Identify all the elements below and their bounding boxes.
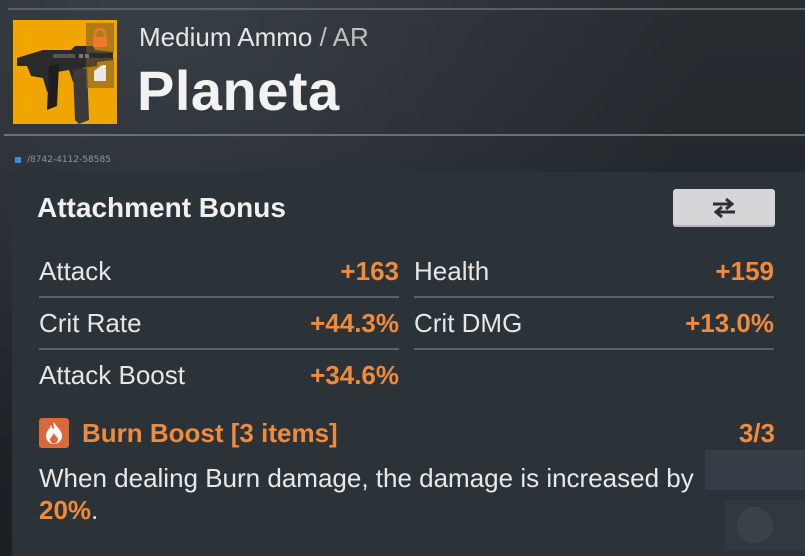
ammo-type: Medium Ammo [139, 22, 313, 52]
stat-divider [414, 348, 774, 350]
weapon-thumbnail[interactable] [13, 20, 117, 124]
flame-icon [46, 422, 62, 444]
category-separator: / [319, 22, 327, 52]
stat-value: +13.0% [685, 307, 774, 338]
stat-health: Health +159 [414, 246, 774, 296]
description-highlight: 20% [39, 495, 92, 525]
weapon-name: Planeta [137, 59, 340, 122]
weapon-type: AR [332, 22, 369, 52]
top-divider [8, 8, 805, 10]
stat-attack-boost: Attack Boost +34.6% [39, 350, 399, 400]
swap-button[interactable] [673, 189, 775, 227]
stat-label: Health [414, 255, 490, 286]
stat-crit-dmg: Crit DMG +13.0% [414, 298, 774, 348]
weapon-category: Medium Ammo / AR [139, 22, 369, 53]
lock-badge[interactable] [86, 23, 114, 53]
stat-label: Attack [39, 255, 112, 286]
equipped-icon [94, 65, 106, 81]
stat-value: +34.6% [310, 359, 399, 390]
stat-label: Crit DMG [414, 307, 523, 338]
stat-attack: Attack +163 [39, 246, 399, 296]
stat-value: +163 [340, 255, 399, 286]
stat-crit-rate: Crit Rate +44.3% [39, 298, 399, 348]
lock-icon [93, 28, 107, 47]
stat-value: +44.3% [310, 307, 399, 338]
stat-label: Crit Rate [39, 307, 142, 338]
stat-label: Attack Boost [39, 359, 185, 390]
swap-arrows-icon [713, 197, 735, 219]
set-bonus-icon [39, 418, 69, 448]
set-bonus-description: When dealing Burn damage, the damage is … [39, 462, 759, 526]
serial-text: /8742-4112-58585 [27, 155, 111, 165]
stat-value: +159 [715, 255, 774, 286]
header-divider [4, 134, 805, 136]
equipped-badge [86, 58, 114, 88]
description-text: When dealing Burn damage, the damage is … [39, 463, 694, 493]
serial-number: /8742-4112-58585 [15, 155, 111, 165]
description-suffix: . [91, 495, 99, 525]
serial-dot-icon [15, 157, 21, 163]
background-decoration [705, 450, 805, 550]
panel-title: Attachment Bonus [37, 192, 286, 223]
set-bonus-name: Burn Boost [3 items] [82, 418, 338, 448]
